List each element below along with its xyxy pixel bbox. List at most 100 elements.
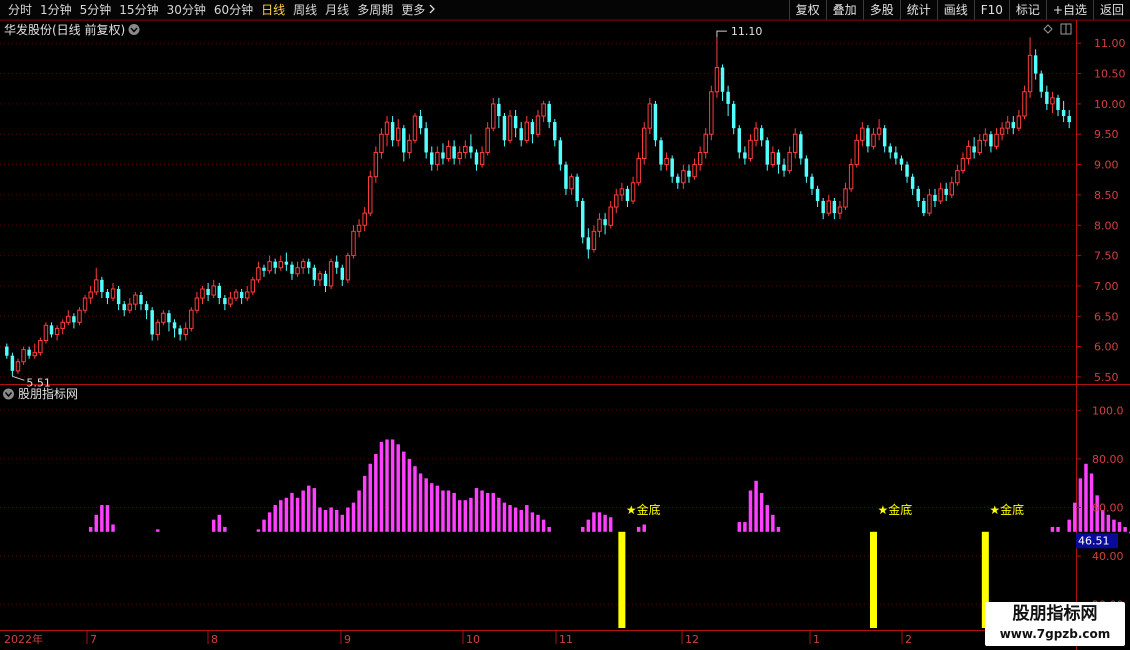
- candle: [211, 279, 216, 299]
- candle: [697, 146, 703, 171]
- indicator-bar: [547, 526, 551, 532]
- candle: [474, 149, 479, 171]
- price-tick-label: 5.50: [1094, 371, 1119, 384]
- candle: [43, 322, 49, 344]
- candle: [82, 295, 88, 314]
- candle: [66, 310, 71, 326]
- candle: [407, 134, 412, 159]
- candle: [1050, 91, 1055, 114]
- candle: [535, 109, 541, 138]
- candle: [497, 97, 501, 129]
- indicator-bar: [351, 502, 356, 532]
- price-tick-label: 9.50: [1094, 128, 1119, 141]
- candle: [765, 137, 769, 171]
- indicator-bar: [435, 485, 440, 532]
- panel-toggle-icon[interactable]: [1060, 23, 1072, 35]
- time-label: 12: [685, 633, 699, 646]
- candle: [340, 264, 345, 286]
- candle: [312, 264, 317, 286]
- candle: [933, 188, 937, 208]
- indicator-bar: [469, 497, 473, 532]
- candle: [38, 337, 43, 356]
- diamond-icon[interactable]: [1043, 24, 1053, 34]
- time-label: 8: [211, 633, 218, 646]
- indicator-bar: [295, 497, 300, 532]
- candle: [636, 152, 641, 186]
- candle: [49, 322, 54, 338]
- candle: [999, 122, 1005, 141]
- indicator-bar: [480, 490, 484, 532]
- candle: [206, 282, 210, 302]
- candle: [687, 164, 691, 183]
- candle: [676, 173, 680, 189]
- indicator-bar: [407, 458, 412, 532]
- candle: [619, 182, 625, 201]
- candle: [1056, 94, 1060, 117]
- candle: [362, 207, 367, 232]
- candle: [871, 128, 876, 150]
- candle: [787, 146, 792, 174]
- candle: [441, 143, 445, 165]
- price-tick-label: 7.50: [1094, 250, 1119, 263]
- indicator-bar: [586, 519, 591, 532]
- time-label: 2: [905, 633, 912, 646]
- candle: [910, 173, 915, 195]
- high-price-label: 11.10: [731, 25, 763, 38]
- candle: [116, 285, 121, 311]
- candle: [759, 125, 764, 147]
- candle: [670, 155, 674, 183]
- indicator-bar: [452, 492, 456, 532]
- candle: [1067, 109, 1071, 129]
- candle: [100, 276, 104, 299]
- candle: [989, 131, 993, 153]
- candle: [1033, 49, 1038, 80]
- indicator-bar: [105, 505, 110, 532]
- candle: [54, 325, 60, 341]
- indicator-bar: [413, 466, 417, 532]
- indicator-grid: [0, 409, 1076, 606]
- candle: [821, 197, 825, 220]
- indicator-bar: [100, 505, 104, 532]
- candle: [513, 109, 518, 138]
- candle: [328, 258, 334, 289]
- signal-bars: ★金底 ★金底 ★金底: [618, 502, 1024, 628]
- candle: [804, 155, 809, 183]
- price-tick-label: 10.00: [1094, 98, 1126, 111]
- indicator-bar: [497, 497, 501, 532]
- candle: [435, 146, 440, 171]
- indicator-axis-labels: 100.080.0060.0040.0020.00: [1076, 404, 1124, 612]
- candle: [519, 122, 523, 147]
- candle: [882, 125, 887, 153]
- time-label: 10: [466, 633, 480, 646]
- candle: [144, 301, 149, 320]
- price-tick-label: 9.00: [1094, 159, 1119, 172]
- candle: [558, 137, 563, 171]
- candle: [625, 185, 630, 208]
- chevron-down-icon[interactable]: [3, 388, 14, 400]
- indicator-bar: [379, 441, 384, 532]
- indicator-bar: [1117, 522, 1122, 532]
- indicator-bar: [636, 526, 641, 532]
- candle: [916, 185, 920, 208]
- chevron-down-icon[interactable]: [128, 24, 140, 35]
- candle: [564, 161, 568, 195]
- candle: [161, 310, 166, 326]
- indicator-bar: [323, 509, 328, 532]
- indicator-bar: [223, 526, 227, 532]
- candle: [250, 276, 256, 296]
- candle: [334, 255, 339, 274]
- candle: [295, 261, 300, 277]
- candle: [854, 134, 859, 168]
- candle: [955, 164, 960, 186]
- indicator-bar: [390, 439, 395, 532]
- candle: [223, 295, 227, 311]
- indicator-bar: [441, 490, 445, 532]
- candle: [799, 131, 803, 165]
- candle: [888, 143, 893, 159]
- indicator-bar: [156, 529, 160, 532]
- time-label: 9: [344, 633, 351, 646]
- indicator-bar: [474, 488, 479, 532]
- indicator-bar: [368, 463, 372, 532]
- indicator-bar: [94, 514, 98, 532]
- candle: [323, 270, 328, 292]
